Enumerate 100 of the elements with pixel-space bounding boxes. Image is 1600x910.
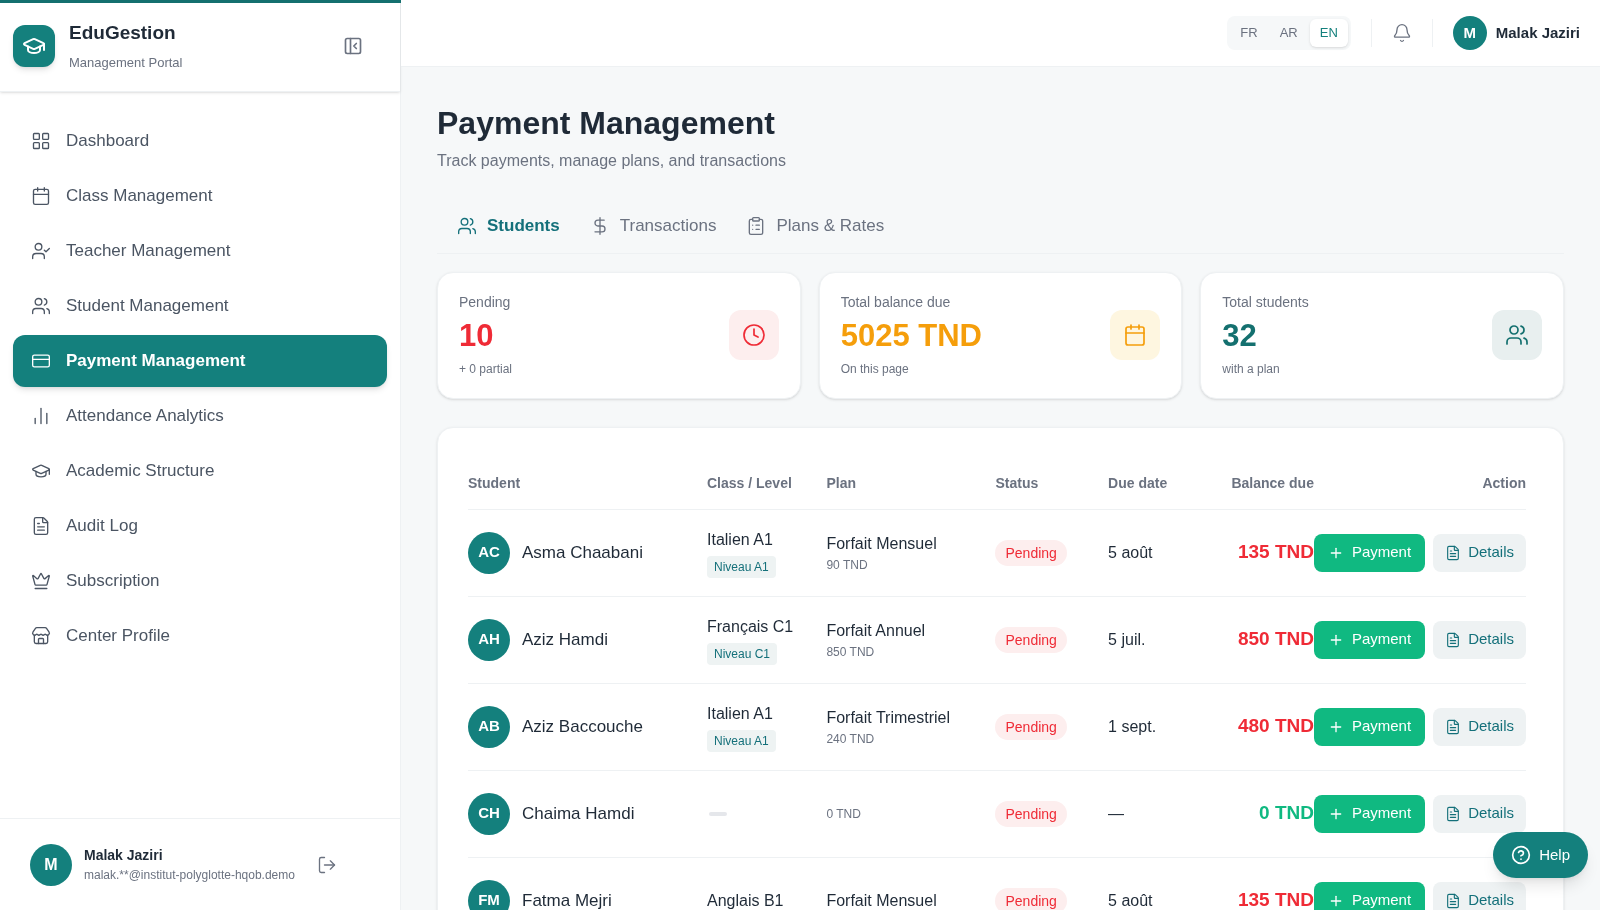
user-avatar: M xyxy=(30,843,72,886)
sidebar-item[interactable]: Academic Structure xyxy=(13,445,387,497)
details-button[interactable]: Details xyxy=(1433,620,1526,659)
column-header: Action xyxy=(1313,457,1526,509)
plan-price: 90 TND xyxy=(826,556,869,574)
details-button[interactable]: Details xyxy=(1433,707,1526,746)
logout-icon[interactable] xyxy=(316,854,337,875)
balance-amount: 480 TND xyxy=(1237,715,1314,737)
due-date: 5 juil. xyxy=(1108,630,1146,648)
sidebar-item[interactable]: Center Profile xyxy=(13,610,387,662)
level-tag: Niveau A1 xyxy=(707,555,776,578)
status-badge: Pending xyxy=(995,713,1067,740)
student-avatar: FM xyxy=(468,879,510,910)
column-header: Balance due xyxy=(1203,457,1314,509)
details-button[interactable]: Details xyxy=(1433,794,1526,833)
clock-icon xyxy=(728,310,779,360)
plan-price: 0 TND xyxy=(826,805,862,823)
due-date: 1 sept. xyxy=(1108,717,1157,735)
user-email: malak.**@institut-polyglotte-hqob.demo xyxy=(84,867,295,884)
sidebar-item[interactable]: Subscription xyxy=(13,555,387,607)
sidebar-item[interactable]: Teacher Management xyxy=(13,225,387,277)
stat-label: Total students xyxy=(1222,293,1309,313)
details-button[interactable]: Details xyxy=(1433,533,1526,572)
class-name: Italien A1 xyxy=(707,703,773,724)
stat-note: On this page xyxy=(840,360,910,378)
calendar-icon xyxy=(1110,310,1161,360)
column-header: Class / Level xyxy=(707,457,827,509)
column-header: Due date xyxy=(1108,457,1204,509)
student-name: Asma Chaabani xyxy=(522,541,643,564)
level-tag: Niveau A1 xyxy=(707,729,776,752)
help-button[interactable]: Help xyxy=(1493,832,1588,878)
student-avatar: CH xyxy=(468,792,510,835)
header-avatar[interactable]: M xyxy=(1452,16,1487,50)
document-icon xyxy=(1445,805,1462,822)
crown-icon xyxy=(31,571,51,591)
column-header: Student xyxy=(468,457,707,509)
balance-amount: 135 TND xyxy=(1237,889,1314,910)
class-name: Anglais B1 xyxy=(707,890,784,910)
tab[interactable]: Plans & Rates xyxy=(746,213,885,239)
student-avatar: AB xyxy=(468,705,510,748)
balance-amount: 850 TND xyxy=(1237,628,1314,650)
tab[interactable]: Students xyxy=(457,213,560,239)
page-title: Payment Management xyxy=(437,104,776,143)
sidebar-item[interactable]: Payment Management xyxy=(13,335,387,387)
student-avatar: AH xyxy=(468,618,510,661)
page-subtitle: Track payments, manage plans, and transactions xyxy=(437,151,787,171)
stat-label: Pending xyxy=(459,293,512,313)
collapse-sidebar-icon[interactable] xyxy=(343,35,363,56)
stat-value: 32 xyxy=(1222,317,1258,356)
sidebar-item[interactable]: Dashboard xyxy=(13,115,387,167)
document-icon xyxy=(1445,892,1462,909)
users-icon xyxy=(1492,310,1542,360)
stat-label: Total balance due xyxy=(840,293,952,313)
plan-price: 240 TND xyxy=(826,730,876,748)
status-badge: Pending xyxy=(995,626,1067,653)
student-name: Fatma Mejri xyxy=(522,889,612,910)
sidebar-item[interactable]: Student Management xyxy=(13,280,387,332)
student-name: Chaima Hamdi xyxy=(522,802,635,825)
stat-note: + 0 partial xyxy=(459,360,513,378)
due-date: 5 août xyxy=(1108,891,1153,909)
language-option[interactable]: AR xyxy=(1269,19,1308,47)
grid-icon xyxy=(31,131,51,151)
document-icon xyxy=(1445,718,1462,735)
details-button[interactable]: Details xyxy=(1433,881,1526,910)
status-badge: Pending xyxy=(995,887,1067,910)
users-icon xyxy=(457,215,477,236)
plan-name: Forfait Annuel xyxy=(826,620,927,641)
due-date: — xyxy=(1108,804,1125,822)
language-option[interactable]: EN xyxy=(1309,19,1348,47)
help-icon xyxy=(1511,845,1532,865)
column-header: Plan xyxy=(826,457,996,509)
due-date: 5 août xyxy=(1108,543,1153,561)
calendar-icon xyxy=(31,186,51,206)
user-name: Malak Jaziri xyxy=(84,846,164,865)
balance-amount: 0 TND xyxy=(1259,802,1314,824)
student-name: Aziz Baccouche xyxy=(522,715,643,738)
document-icon xyxy=(1445,544,1462,561)
tab[interactable]: Transactions xyxy=(589,213,717,239)
stat-note: with a plan xyxy=(1222,360,1281,378)
plan-price: 850 TND xyxy=(826,643,876,661)
level-tag: Niveau C1 xyxy=(707,642,778,665)
empty-placeholder xyxy=(709,811,727,816)
users-icon xyxy=(31,296,51,316)
document-icon xyxy=(1445,631,1462,648)
language-option[interactable]: FR xyxy=(1230,19,1268,47)
sidebar-item[interactable]: Attendance Analytics xyxy=(13,390,387,442)
status-badge: Pending xyxy=(995,539,1067,566)
brand-subtitle: Management Portal xyxy=(69,54,183,72)
user-check-icon xyxy=(31,241,51,261)
sidebar-item[interactable]: Audit Log xyxy=(13,500,387,552)
class-name: Italien A1 xyxy=(707,529,773,550)
status-badge: Pending xyxy=(995,800,1067,827)
store-icon xyxy=(31,626,51,646)
plan-name: Forfait Trimestriel xyxy=(826,707,951,728)
notification-bell-icon[interactable] xyxy=(1391,23,1412,43)
document-icon xyxy=(31,516,51,536)
header-user-name: Malak Jaziri xyxy=(1495,22,1580,43)
student-avatar: AC xyxy=(468,531,510,574)
brand-name: EduGestion xyxy=(69,20,177,45)
sidebar-item[interactable]: Class Management xyxy=(13,170,387,222)
